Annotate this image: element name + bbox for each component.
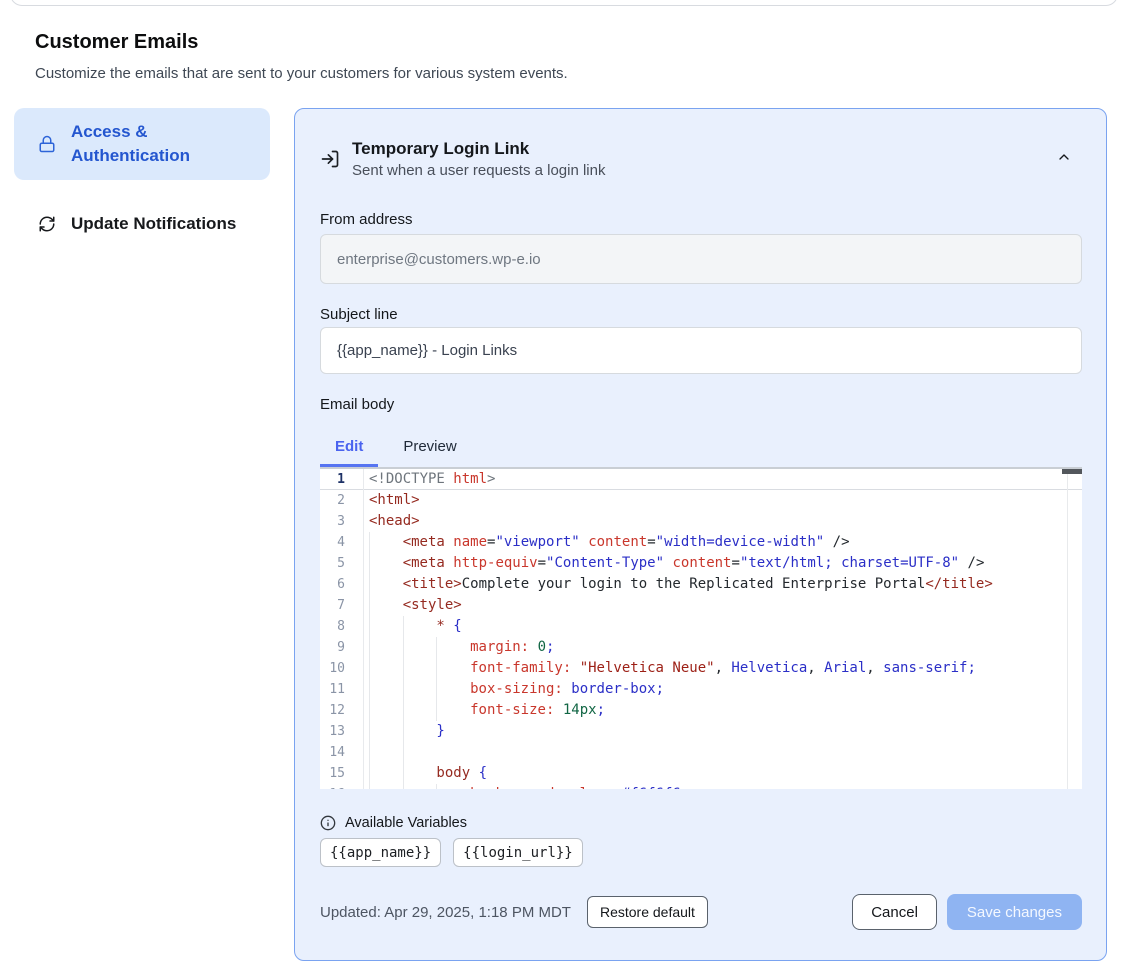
code-text: <meta http-equiv="Content-Type" content=… [364,553,984,574]
code-line[interactable]: 9margin: 0; [320,637,1082,658]
code-text: <html> [364,490,420,511]
code-line[interactable]: 6<title>Complete your login to the Repli… [320,574,1082,595]
page-title: Customer Emails [35,30,1093,54]
code-line[interactable]: 3<head> [320,511,1082,532]
line-number: 15 [320,763,364,784]
previous-card-bottom-edge [10,0,1118,6]
login-icon [320,149,340,174]
available-variables-label: Available Variables [345,815,467,831]
sidebar-item-label: Update Notifications [71,212,236,236]
line-number: 7 [320,595,364,616]
info-icon [320,815,336,831]
subject-line-field[interactable] [320,327,1082,374]
tab-preview[interactable]: Preview [388,434,471,467]
code-text: font-size: 14px; [364,700,605,721]
sidebar-item-update-notifications[interactable]: Update Notifications [14,200,270,248]
code-line[interactable]: 4<meta name="viewport" content="width=de… [320,532,1082,553]
variable-chips: {{app_name}} {{login_url}} [320,838,1082,867]
line-number: 13 [320,721,364,742]
subject-line-label: Subject line [320,304,1082,325]
code-text: font-family: "Helvetica Neue", Helvetica… [364,658,976,679]
code-line[interactable]: 2<html> [320,490,1082,511]
panel-header: Temporary Login Link Sent when a user re… [320,137,1082,182]
line-number: 11 [320,679,364,700]
code-text: margin: 0; [364,637,554,658]
save-changes-button[interactable]: Save changes [947,894,1082,930]
page-subtitle: Customize the emails that are sent to yo… [35,64,1093,84]
code-text: <title>Complete your login to the Replic… [364,574,993,595]
variable-chip[interactable]: {{app_name}} [320,838,441,867]
tab-edit[interactable]: Edit [320,434,378,467]
line-number: 4 [320,532,364,553]
code-text: body { [364,763,487,784]
code-line[interactable]: 14 [320,742,1082,763]
line-number: 10 [320,658,364,679]
line-number: 12 [320,700,364,721]
editor-scrollbar-thumb[interactable] [1062,469,1082,474]
from-address-label: From address [320,209,1082,230]
line-number: 6 [320,574,364,595]
code-line[interactable]: 16background-color: #f6f6f6; [320,784,1082,789]
code-text: <meta name="viewport" content="width=dev… [364,532,850,553]
code-text: <!DOCTYPE html> [364,469,495,490]
code-text: <head> [364,511,420,532]
cancel-button[interactable]: Cancel [852,894,937,930]
code-line[interactable]: 15body { [320,763,1082,784]
line-number: 14 [320,742,364,763]
panel-subtitle: Sent when a user requests a login link [352,160,605,182]
editor-scrollbar-track[interactable] [1067,469,1068,789]
line-number: 8 [320,616,364,637]
code-text: box-sizing: border-box; [364,679,664,700]
collapse-button[interactable] [1056,149,1072,168]
lock-icon [38,135,56,153]
layout: Access & Authentication Update Notificati… [0,108,1128,961]
code-text: * { [364,616,462,637]
variable-chip[interactable]: {{login_url}} [453,838,583,867]
sidebar-item-access-authentication[interactable]: Access & Authentication [14,108,270,180]
available-variables-row: Available Variables [320,815,1082,831]
line-number: 16 [320,784,364,789]
code-line[interactable]: 10font-family: "Helvetica Neue", Helveti… [320,658,1082,679]
code-line[interactable]: 12font-size: 14px; [320,700,1082,721]
code-line[interactable]: 7<style> [320,595,1082,616]
code-line[interactable]: 5<meta http-equiv="Content-Type" content… [320,553,1082,574]
chevron-up-icon [1056,153,1072,168]
code-text: <style> [364,595,462,616]
panel-title: Temporary Login Link [352,137,605,160]
restore-default-button[interactable]: Restore default [587,896,708,928]
email-body-label: Email body [320,394,1082,415]
page-header: Customer Emails Customize the emails tha… [0,0,1128,84]
code-text [364,742,436,763]
code-line[interactable]: 11box-sizing: border-box; [320,679,1082,700]
code-line[interactable]: 1<!DOCTYPE html> [320,469,1082,490]
code-editor[interactable]: 1<!DOCTYPE html>2<html>3<head>4<meta nam… [320,467,1082,789]
line-number: 1 [320,469,364,490]
code-line[interactable]: 13} [320,721,1082,742]
line-number: 2 [320,490,364,511]
code-text: } [364,721,445,742]
sidebar: Access & Authentication Update Notificati… [14,108,270,248]
line-number: 9 [320,637,364,658]
panel-footer: Updated: Apr 29, 2025, 1:18 PM MDT Resto… [320,894,1082,930]
email-settings-panel: Temporary Login Link Sent when a user re… [294,108,1107,961]
line-number: 3 [320,511,364,532]
code-text: background-color: #f6f6f6; [364,784,689,789]
from-address-field[interactable] [320,234,1082,284]
sidebar-item-label: Access & Authentication [71,120,256,168]
line-number: 5 [320,553,364,574]
updated-timestamp: Updated: Apr 29, 2025, 1:18 PM MDT [320,904,571,921]
refresh-icon [38,215,56,233]
editor-tabs: Edit Preview [320,434,1082,467]
code-line[interactable]: 8* { [320,616,1082,637]
